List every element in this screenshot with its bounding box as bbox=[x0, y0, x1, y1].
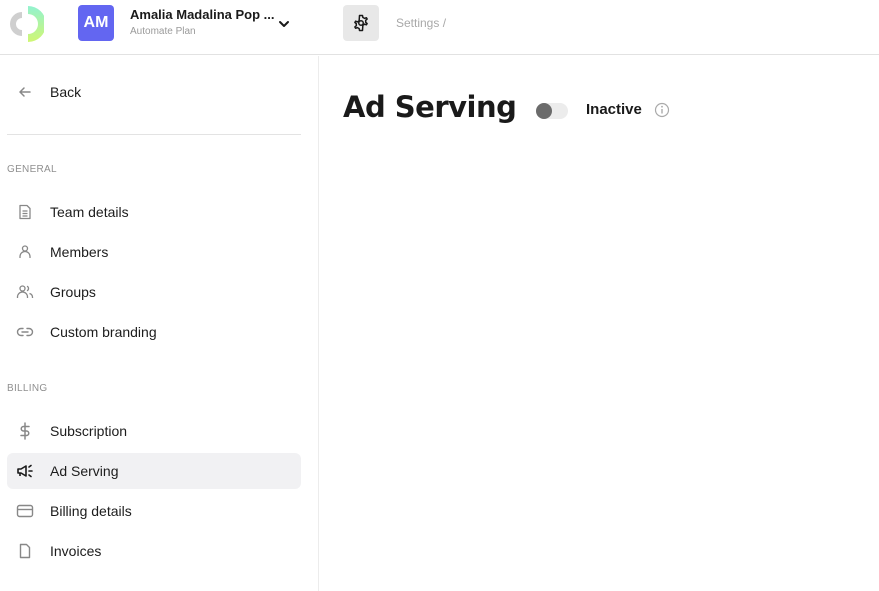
sidebar-item-billing-details[interactable]: Billing details bbox=[7, 493, 301, 529]
file-icon bbox=[7, 543, 43, 559]
app-logo-icon[interactable] bbox=[8, 4, 44, 44]
document-icon bbox=[7, 204, 43, 220]
toggle-knob bbox=[536, 103, 552, 119]
status-label: Inactive bbox=[586, 101, 642, 118]
chevron-down-icon[interactable] bbox=[277, 17, 291, 31]
sidebar-item-label: Billing details bbox=[50, 503, 132, 519]
users-icon bbox=[7, 284, 43, 300]
team-avatar[interactable]: AM bbox=[78, 5, 114, 41]
sidebar-item-groups[interactable]: Groups bbox=[7, 274, 301, 310]
section-general-title: GENERAL bbox=[7, 164, 57, 175]
section-billing-title: BILLING bbox=[7, 383, 48, 394]
sidebar-item-team-details[interactable]: Team details bbox=[7, 194, 301, 230]
sidebar-item-members[interactable]: Members bbox=[7, 234, 301, 270]
dollar-icon bbox=[7, 422, 43, 440]
back-button[interactable]: Back bbox=[7, 76, 301, 108]
sidebar-divider bbox=[7, 134, 301, 135]
team-plan: Automate Plan bbox=[130, 26, 196, 37]
top-header: AM Amalia Madalina Pop ... Automate Plan… bbox=[0, 0, 879, 55]
team-name[interactable]: Amalia Madalina Pop ... bbox=[130, 7, 274, 22]
sidebar-item-label: Members bbox=[50, 244, 109, 260]
back-label: Back bbox=[50, 84, 82, 100]
credit-card-icon bbox=[7, 503, 43, 519]
sidebar-item-ad-serving[interactable]: Ad Serving bbox=[7, 453, 301, 489]
breadcrumb[interactable]: Settings / bbox=[396, 16, 446, 30]
gear-icon bbox=[354, 14, 368, 32]
page-title: Ad Serving bbox=[343, 90, 517, 124]
megaphone-icon bbox=[7, 463, 43, 479]
sidebar-item-label: Groups bbox=[50, 284, 96, 300]
sidebar-item-subscription[interactable]: Subscription bbox=[7, 413, 301, 449]
sidebar-item-label: Invoices bbox=[50, 543, 102, 559]
link-icon bbox=[7, 324, 43, 340]
settings-button[interactable] bbox=[343, 5, 379, 41]
user-icon bbox=[7, 244, 43, 260]
ad-serving-toggle[interactable] bbox=[536, 103, 568, 119]
info-icon[interactable] bbox=[654, 102, 670, 118]
settings-sidebar: Back GENERAL Team details Members Groups… bbox=[0, 56, 319, 591]
sidebar-item-label: Custom branding bbox=[50, 324, 157, 340]
sidebar-item-label: Team details bbox=[50, 204, 129, 220]
arrow-left-icon bbox=[7, 84, 43, 100]
sidebar-item-label: Subscription bbox=[50, 423, 128, 439]
sidebar-item-label: Ad Serving bbox=[50, 463, 119, 479]
sidebar-item-invoices[interactable]: Invoices bbox=[7, 533, 301, 569]
sidebar-item-custom-branding[interactable]: Custom branding bbox=[7, 314, 301, 350]
